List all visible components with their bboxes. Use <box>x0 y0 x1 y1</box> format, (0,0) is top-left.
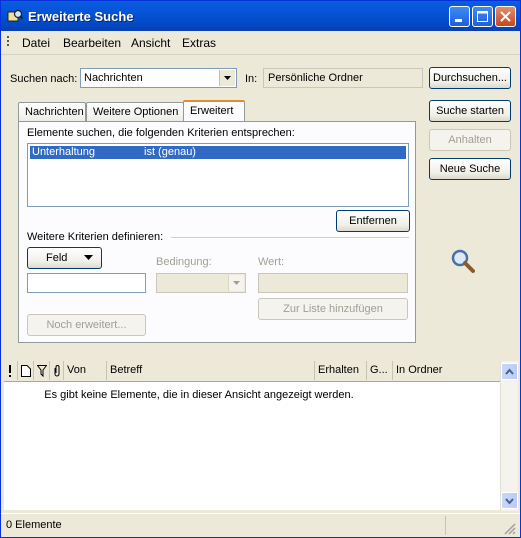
maximize-icon <box>477 11 488 22</box>
window-title: Erweiterte Suche <box>28 9 134 24</box>
results-list[interactable]: Es gibt keine Elemente, die in dieser An… <box>4 382 500 510</box>
criteria-row[interactable]: Unterhaltung ist (genau) <box>30 146 406 159</box>
flag-column[interactable] <box>34 361 50 380</box>
value-input <box>258 273 408 293</box>
column-von[interactable]: Von <box>64 361 107 380</box>
maximize-button[interactable] <box>472 6 493 27</box>
condition-dropdown-arrow-icon <box>228 275 244 291</box>
field-button[interactable]: Feld <box>27 247 102 269</box>
define-heading: Weitere Kriterien definieren: <box>27 231 164 243</box>
field-dropdown-arrow-icon <box>84 255 93 260</box>
minimize-icon <box>455 19 462 22</box>
criteria-condition: ist (genau) <box>144 146 196 158</box>
start-search-button[interactable]: Suche starten <box>429 100 511 122</box>
filter-flag-icon <box>37 365 47 377</box>
resize-grip-icon[interactable] <box>504 523 516 535</box>
condition-select <box>156 273 246 293</box>
minimize-button[interactable] <box>449 6 470 27</box>
importance-column[interactable] <box>4 361 18 380</box>
add-to-list-button: Zur Liste hinzufügen <box>258 298 408 320</box>
empty-message: Es gibt keine Elemente, die in dieser An… <box>44 389 354 401</box>
field-button-label: Feld <box>46 252 68 264</box>
browse-button[interactable]: Durchsuchen... <box>429 67 511 89</box>
criteria-heading: Elemente suchen, die folgenden Kriterien… <box>27 127 295 139</box>
new-search-button[interactable]: Neue Suche <box>429 158 511 180</box>
status-text: 0 Elemente <box>6 519 62 531</box>
look-for-select[interactable]: Nachrichten <box>80 68 237 88</box>
scroll-up-arrow-icon <box>505 368 514 375</box>
column-betreff[interactable]: Betreff <box>107 361 315 380</box>
tab-nachrichten[interactable]: Nachrichten <box>18 102 86 122</box>
status-bar: 0 Elemente <box>1 513 520 537</box>
column-in-ordner[interactable]: In Ordner <box>393 361 500 380</box>
menu-bearbeiten[interactable]: Bearbeiten <box>63 36 121 50</box>
column-erhalten[interactable]: Erhalten <box>315 361 367 380</box>
paperclip-icon <box>54 365 60 377</box>
menu-extras[interactable]: Extras <box>182 36 216 50</box>
tab-weitere-optionen[interactable]: Weitere Optionen <box>86 102 184 122</box>
attachment-column[interactable] <box>50 361 64 380</box>
column-groesse[interactable]: G... <box>367 361 393 380</box>
vertical-scrollbar[interactable] <box>500 361 518 511</box>
document-icon <box>21 365 31 377</box>
value-label: Wert: <box>258 256 285 268</box>
menu-bar: Datei Bearbeiten Ansicht Extras <box>1 31 520 55</box>
in-folder-field: Persönliche Ordner <box>263 68 423 88</box>
look-for-value: Nachrichten <box>84 72 143 84</box>
close-button[interactable] <box>495 6 516 27</box>
look-for-label: Suchen nach: <box>10 73 78 85</box>
criteria-list[interactable]: Unterhaltung ist (genau) <box>27 143 409 207</box>
stop-button: Anhalten <box>429 129 511 151</box>
scroll-up-button[interactable] <box>501 363 518 380</box>
close-icon <box>500 11 511 22</box>
advanced-find-window: Erweiterte Suche Datei Bearbeiten Ansich… <box>0 0 521 538</box>
title-bar[interactable]: Erweiterte Suche <box>1 1 520 31</box>
in-folder-value: Persönliche Ordner <box>268 72 363 84</box>
scroll-down-button[interactable] <box>501 492 518 509</box>
field-input[interactable] <box>27 273 146 293</box>
scroll-down-arrow-icon <box>505 498 514 505</box>
menu-datei[interactable]: Datei <box>22 36 50 50</box>
dropdown-arrow-icon[interactable] <box>219 70 235 86</box>
results-header: Von Betreff Erhalten G... In Ordner <box>4 361 500 382</box>
toolbar-grip[interactable] <box>7 36 10 49</box>
remove-button[interactable]: Entfernen <box>336 210 410 232</box>
tab-erweitert[interactable]: Erweitert <box>183 100 245 123</box>
type-column[interactable] <box>18 361 34 380</box>
in-label: In: <box>245 73 258 85</box>
magnifier-icon <box>451 249 475 273</box>
find-app-icon <box>7 9 23 22</box>
menu-ansicht[interactable]: Ansicht <box>131 36 170 50</box>
condition-label: Bedingung: <box>156 256 212 268</box>
criteria-field: Unterhaltung <box>32 146 95 158</box>
importance-icon <box>9 365 11 377</box>
more-advanced-button: Noch erweitert... <box>27 314 146 336</box>
divider <box>171 237 409 239</box>
status-divider <box>445 516 446 535</box>
